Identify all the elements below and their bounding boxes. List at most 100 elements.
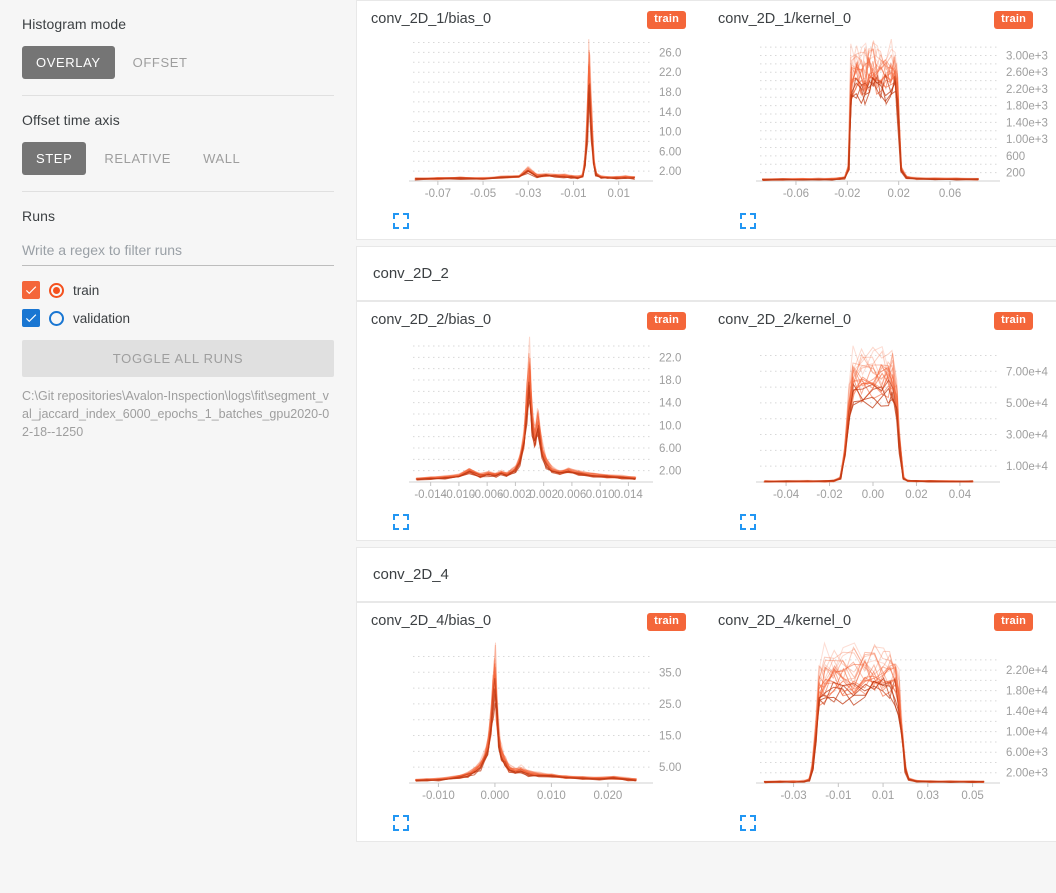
fullscreen-icon[interactable]: [740, 514, 756, 530]
svg-text:1.00e+3: 1.00e+3: [1006, 134, 1048, 146]
run-badge: train: [994, 11, 1033, 30]
run-checkbox-train[interactable]: [22, 281, 40, 299]
svg-text:5.00e+4: 5.00e+4: [1006, 398, 1048, 410]
run-item-train[interactable]: train: [22, 276, 334, 304]
svg-text:0.020: 0.020: [594, 790, 623, 802]
fullscreen-icon[interactable]: [740, 213, 756, 229]
svg-text:1.40e+4: 1.40e+4: [1006, 706, 1048, 718]
svg-text:6.00: 6.00: [659, 146, 681, 158]
svg-text:2.00: 2.00: [659, 166, 681, 178]
svg-text:10.0: 10.0: [659, 420, 681, 432]
time-axis-wall-button[interactable]: WALL: [189, 142, 254, 175]
histogram-plot[interactable]: 5.00 15.0 25.0 35.0 -0.010 0.000 0.010 0.020: [371, 637, 701, 807]
histogram-plot[interactable]: 200 600 1.00e+3 1.40e+3 1.80e+3 2.20e+3 2.60e+…: [718, 35, 1048, 205]
run-badge: train: [647, 11, 686, 30]
histogram-plot[interactable]: 2.00 6.00 10.0 14.0 18.0 22.0 26.0 -0.07 -0.05 -0…: [371, 35, 701, 205]
svg-text:7.00e+4: 7.00e+4: [1006, 366, 1048, 378]
run-label-validation: validation: [73, 310, 131, 326]
charts-panel[interactable]: conv_2D_1/bias_0 train 2.00 6.00 10.0 14.0 18.…: [356, 0, 1056, 893]
fullscreen-icon[interactable]: [393, 213, 409, 229]
svg-text:18.0: 18.0: [659, 87, 681, 99]
time-axis-relative-button[interactable]: RELATIVE: [90, 142, 185, 175]
runs-filter-input[interactable]: [22, 238, 334, 266]
svg-text:1.80e+3: 1.80e+3: [1006, 101, 1048, 113]
run-item-validation[interactable]: validation: [22, 304, 334, 332]
svg-text:0.02: 0.02: [905, 489, 927, 501]
svg-text:600: 600: [1006, 151, 1025, 163]
run-badge: train: [994, 613, 1033, 632]
run-radio-train[interactable]: [49, 282, 64, 298]
histogram-mode-section: Histogram mode OVERLAY OFFSET: [0, 0, 356, 95]
svg-text:0.01: 0.01: [872, 790, 894, 802]
svg-text:6.00: 6.00: [659, 443, 681, 455]
svg-text:14.0: 14.0: [659, 107, 681, 119]
fullscreen-icon[interactable]: [393, 514, 409, 530]
run-badge: train: [647, 312, 686, 331]
offset-time-axis-label: Offset time axis: [22, 112, 120, 128]
histogram-plot[interactable]: 2.00e+3 6.00e+3 1.00e+4 1.40e+4 1.80e+4 2.20e…: [718, 637, 1048, 807]
chart-cell: conv_2D_2/bias_0 train 2.00 6.00 10.0 14.0 18.…: [357, 302, 704, 540]
chart-cell: conv_2D_4/kernel_0 train 2.00e+3 6.00e+3 1.0…: [704, 603, 1051, 841]
svg-text:0.03: 0.03: [917, 790, 939, 802]
logdir-path: C:\Git repositories\Avalon-Inspection\lo…: [22, 389, 330, 440]
chart-grid: conv_2D_4/bias_0 train 5.00 15.0 25.0 35.0 -0.…: [357, 603, 1056, 841]
chart-grid: conv_2D_2/bias_0 train 2.00 6.00 10.0 14.0 18.…: [357, 302, 1056, 540]
svg-text:5.00: 5.00: [659, 762, 681, 774]
chart-header: conv_2D_1/bias_0 train: [371, 11, 704, 35]
fullscreen-icon[interactable]: [393, 815, 409, 831]
svg-text:-0.02: -0.02: [834, 188, 860, 200]
chart-groups: conv_2D_1/bias_0 train 2.00 6.00 10.0 14.0 18.…: [356, 0, 1056, 842]
histogram-mode-overlay-button[interactable]: OVERLAY: [22, 46, 115, 79]
chart-card: conv_2D_2/bias_0 train 2.00 6.00 10.0 14.0 18.…: [356, 301, 1056, 541]
run-label-train: train: [73, 282, 100, 298]
chart-group-header[interactable]: conv_2D_2: [356, 246, 1056, 301]
svg-text:-0.010: -0.010: [422, 790, 455, 802]
svg-text:0.04: 0.04: [949, 489, 972, 501]
chart-title: conv_2D_4/bias_0: [371, 613, 492, 629]
histogram-plot[interactable]: 1.00e+4 3.00e+4 5.00e+4 7.00e+4 -0.04 -0.02 0.…: [718, 336, 1048, 506]
chart-header: conv_2D_2/kernel_0 train: [718, 312, 1051, 336]
svg-text:14.0: 14.0: [659, 398, 681, 410]
svg-text:-0.06: -0.06: [783, 188, 809, 200]
svg-text:-0.05: -0.05: [470, 188, 496, 200]
histogram-mode-label: Histogram mode: [22, 16, 127, 32]
run-checkbox-validation[interactable]: [22, 309, 40, 327]
svg-text:0.002: 0.002: [529, 489, 558, 501]
svg-text:1.00e+4: 1.00e+4: [1006, 461, 1048, 473]
svg-text:18.0: 18.0: [659, 375, 681, 387]
chart-header: conv_2D_4/kernel_0 train: [718, 613, 1051, 637]
svg-text:200: 200: [1006, 168, 1025, 180]
run-radio-validation[interactable]: [49, 310, 64, 326]
chart-cell: conv_2D_1/bias_0 train 2.00 6.00 10.0 14.0 18.…: [357, 1, 704, 239]
svg-text:-0.02: -0.02: [816, 489, 842, 501]
svg-text:-0.002: -0.002: [499, 489, 532, 501]
sidebar: Histogram mode OVERLAY OFFSET Offset tim…: [0, 0, 356, 893]
svg-text:6.00e+3: 6.00e+3: [1006, 747, 1048, 759]
histogram-mode-offset-button[interactable]: OFFSET: [119, 46, 202, 79]
svg-text:22.0: 22.0: [659, 352, 681, 364]
svg-text:1.40e+3: 1.40e+3: [1006, 117, 1048, 129]
time-axis-step-button[interactable]: STEP: [22, 142, 87, 175]
svg-text:0.02: 0.02: [887, 188, 909, 200]
chart-card: conv_2D_1/bias_0 train 2.00 6.00 10.0 14.0 18.…: [356, 0, 1056, 240]
svg-text:-0.07: -0.07: [425, 188, 451, 200]
svg-text:22.0: 22.0: [659, 67, 681, 79]
run-badge: train: [994, 312, 1033, 331]
svg-text:3.00e+3: 3.00e+3: [1006, 50, 1048, 62]
tensorboard-histograms-dashboard: Histogram mode OVERLAY OFFSET Offset tim…: [0, 0, 1056, 893]
svg-text:10.0: 10.0: [659, 127, 681, 139]
chart-title: conv_2D_4/kernel_0: [718, 613, 852, 629]
histogram-plot[interactable]: 2.00 6.00 10.0 14.0 18.0 22.0 -0.014 -0.010 -0.0…: [371, 336, 701, 506]
svg-text:-0.01: -0.01: [825, 790, 851, 802]
svg-text:3.00e+4: 3.00e+4: [1006, 430, 1048, 442]
toggle-all-runs-button[interactable]: TOGGLE ALL RUNS: [22, 340, 334, 377]
svg-text:2.00e+3: 2.00e+3: [1006, 768, 1048, 780]
chart-title: conv_2D_1/kernel_0: [718, 11, 852, 27]
svg-text:0.006: 0.006: [558, 489, 587, 501]
chart-group-header[interactable]: conv_2D_4: [356, 547, 1056, 602]
chart-card: conv_2D_4/bias_0 train 5.00 15.0 25.0 35.0 -0.…: [356, 602, 1056, 842]
svg-text:15.0: 15.0: [659, 731, 681, 743]
chart-grid: conv_2D_1/bias_0 train 2.00 6.00 10.0 14.0 18.…: [357, 1, 1056, 239]
svg-text:1.00e+4: 1.00e+4: [1006, 727, 1048, 739]
fullscreen-icon[interactable]: [740, 815, 756, 831]
